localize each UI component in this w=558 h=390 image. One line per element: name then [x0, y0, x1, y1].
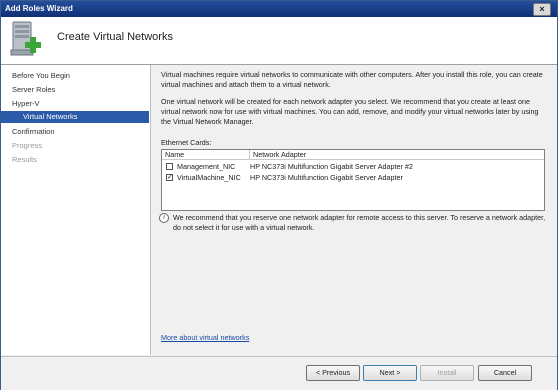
- window-title: Add Roles Wizard: [5, 4, 73, 13]
- next-button[interactable]: Next >: [363, 365, 417, 381]
- row-name: VirtualMachine_NIC: [177, 173, 241, 182]
- title-bar[interactable]: Add Roles Wizard ×: [1, 1, 557, 17]
- description-text: One virtual network will be created for …: [161, 97, 539, 126]
- nav-item-progress: Progress: [12, 141, 43, 150]
- server-add-icon: [10, 21, 41, 56]
- table-row[interactable]: Management_NIC HP NC373i Multifunction G…: [162, 161, 544, 172]
- install-button: Install: [420, 365, 474, 381]
- ethernet-cards-label: Ethernet Cards:: [161, 138, 212, 147]
- wizard-header: Create Virtual Networks: [1, 17, 557, 65]
- ethernet-cards-table: Name Network Adapter Management_NIC HP N…: [161, 149, 545, 211]
- row-checkbox[interactable]: [166, 163, 173, 170]
- button-bar: < Previous Next > Install Cancel: [1, 356, 557, 390]
- nav-item-server-roles[interactable]: Server Roles: [12, 84, 55, 96]
- page-title: Create Virtual Networks: [57, 31, 173, 43]
- intro-text: Virtual machines require virtual network…: [161, 70, 543, 89]
- content-pane: Virtual machines require virtual network…: [151, 65, 557, 355]
- table-row[interactable]: ✓ VirtualMachine_NIC HP NC373i Multifunc…: [162, 172, 544, 183]
- row-checkbox[interactable]: ✓: [166, 174, 173, 181]
- info-icon: i: [159, 213, 169, 223]
- nav-item-virtual-networks[interactable]: Virtual Networks: [1, 111, 149, 123]
- row-name: Management_NIC: [177, 162, 236, 171]
- nav-item-before-you-begin[interactable]: Before You Begin: [12, 70, 70, 82]
- info-text: We recommend that you reserve one networ…: [173, 213, 546, 232]
- cancel-button[interactable]: Cancel: [478, 365, 532, 381]
- more-about-virtual-networks-link[interactable]: More about virtual networks: [161, 333, 249, 342]
- wizard-window: Add Roles Wizard × Create Virtual Networ…: [0, 0, 558, 390]
- close-button[interactable]: ×: [533, 3, 551, 16]
- wizard-nav: Before You Begin Server Roles Hyper-V Vi…: [1, 65, 151, 355]
- column-header-name[interactable]: Name: [162, 150, 250, 160]
- nav-item-results: Results: [12, 155, 38, 164]
- row-adapter: HP NC373i Multifunction Gigabit Server A…: [250, 173, 403, 182]
- nav-item-confirmation[interactable]: Confirmation: [12, 126, 55, 138]
- row-adapter: HP NC373i Multifunction Gigabit Server A…: [250, 162, 413, 171]
- column-header-adapter[interactable]: Network Adapter: [250, 150, 544, 160]
- previous-button[interactable]: < Previous: [306, 365, 360, 381]
- nav-item-hyper-v[interactable]: Hyper-V: [12, 98, 40, 110]
